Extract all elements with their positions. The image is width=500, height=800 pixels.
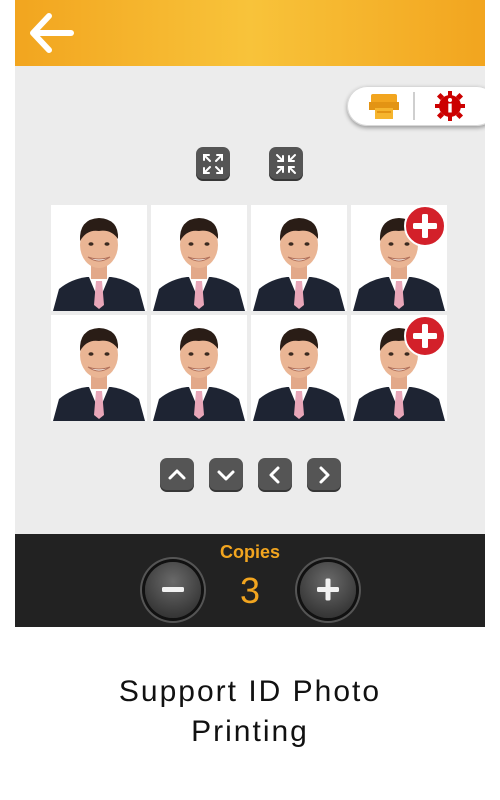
add-photo-button[interactable]: [404, 205, 446, 247]
feature-caption: Support ID Photo Printing: [0, 672, 500, 752]
move-left-button[interactable]: [258, 458, 292, 492]
top-bar: [15, 0, 485, 66]
id-photo[interactable]: [51, 315, 147, 421]
id-photo[interactable]: [151, 205, 247, 311]
portrait-image: [153, 328, 245, 421]
chevron-up-icon: [168, 469, 186, 480]
add-photo-button[interactable]: [404, 315, 446, 357]
portrait-image: [53, 218, 145, 311]
portrait-image: [153, 218, 245, 311]
pill-divider: [413, 92, 415, 120]
compress-arrows-icon: [276, 154, 296, 174]
chevron-left-icon: [269, 466, 280, 484]
copies-label: Copies: [219, 542, 280, 562]
photo-grid: [51, 205, 449, 423]
compress-button[interactable]: [269, 147, 303, 181]
info-gear-icon: [435, 91, 465, 121]
caption-line-1: Support ID Photo: [118, 675, 382, 708]
info-button[interactable]: [433, 90, 467, 122]
portrait-image: [253, 328, 345, 421]
back-button[interactable]: [27, 10, 77, 56]
increment-copies-button[interactable]: [300, 562, 356, 618]
move-down-button[interactable]: [209, 458, 243, 492]
printer-icon: [369, 94, 399, 119]
id-photo[interactable]: [251, 315, 347, 421]
expand-arrows-icon: [203, 154, 223, 174]
chevron-down-icon: [217, 470, 235, 481]
id-photo[interactable]: [251, 205, 347, 311]
app-screen: Copies 3: [15, 0, 485, 627]
action-pill: [347, 86, 485, 126]
move-right-button[interactable]: [307, 458, 341, 492]
plus-icon: [317, 578, 339, 601]
add-circle-icon: [404, 205, 446, 247]
decrement-copies-button[interactable]: [145, 562, 201, 618]
id-photo[interactable]: [151, 315, 247, 421]
portrait-image: [253, 218, 345, 311]
move-up-button[interactable]: [160, 458, 194, 492]
copies-count: 3: [239, 570, 261, 611]
print-button[interactable]: [367, 90, 401, 122]
copies-bar: Copies 3: [15, 534, 485, 627]
expand-button[interactable]: [196, 147, 230, 181]
arrow-left-icon: [30, 13, 74, 53]
chevron-right-icon: [319, 466, 330, 484]
portrait-image: [53, 328, 145, 421]
minus-icon: [162, 587, 184, 592]
id-photo[interactable]: [51, 205, 147, 311]
add-circle-icon: [404, 315, 446, 357]
caption-line-2: Printing: [191, 715, 309, 748]
